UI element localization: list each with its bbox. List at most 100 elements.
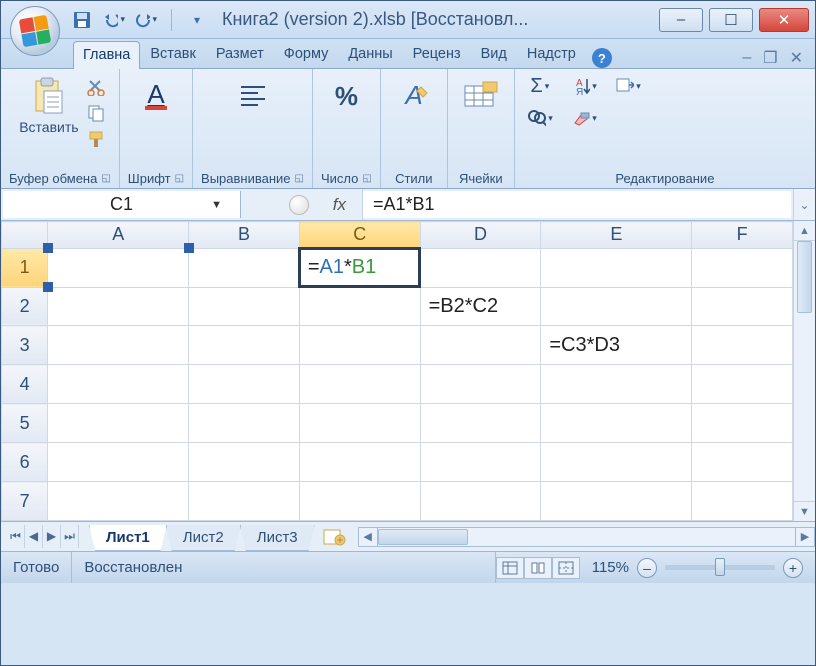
clipboard-dialog-icon[interactable]: ◱ xyxy=(101,173,110,184)
cell-D7[interactable] xyxy=(420,482,541,521)
selection-handle[interactable] xyxy=(43,243,53,253)
selection-handle[interactable] xyxy=(184,243,194,253)
qat-customize-icon[interactable]: ▾ xyxy=(186,10,208,30)
cell-B1[interactable] xyxy=(189,248,300,287)
cell-F1[interactable] xyxy=(692,248,793,287)
name-box-dropdown-icon[interactable]: ▼ xyxy=(211,199,222,211)
ribbon-close-icon[interactable]: ✕ xyxy=(790,48,803,68)
view-page-layout-icon[interactable] xyxy=(524,557,552,579)
cell-D4[interactable] xyxy=(420,365,541,404)
cell-B6[interactable] xyxy=(189,443,300,482)
cell-C2[interactable] xyxy=(299,287,420,326)
paste-button[interactable]: Вставить xyxy=(13,73,84,149)
sheet-nav-first-icon[interactable]: ⏮ xyxy=(7,525,25,548)
row-head-3[interactable]: 3 xyxy=(2,326,48,365)
select-all-corner[interactable] xyxy=(2,222,48,249)
fill-icon[interactable]: ▾ xyxy=(615,75,641,97)
styles-group-button[interactable]: A xyxy=(389,73,439,119)
cell-A6[interactable] xyxy=(48,443,189,482)
row-head-6[interactable]: 6 xyxy=(2,443,48,482)
tab-insert[interactable]: Вставк xyxy=(140,40,206,68)
cell-C3[interactable] xyxy=(299,326,420,365)
col-head-D[interactable]: D xyxy=(420,222,541,249)
find-icon[interactable]: ▾ xyxy=(527,107,553,129)
cells-group-button[interactable] xyxy=(456,73,506,119)
cell-D2[interactable]: =B2*C2 xyxy=(420,287,541,326)
minimize-button[interactable]: – xyxy=(659,8,703,32)
sheet-nav-next-icon[interactable]: ▶ xyxy=(43,525,61,548)
number-group-button[interactable]: % xyxy=(321,73,371,119)
hscroll-right-icon[interactable]: ▶ xyxy=(795,527,815,547)
font-dialog-icon[interactable]: ◱ xyxy=(175,173,184,184)
cell-E5[interactable] xyxy=(541,404,692,443)
alignment-group-button[interactable] xyxy=(228,73,278,119)
redo-icon[interactable]: ▾ xyxy=(135,10,157,30)
view-page-break-icon[interactable] xyxy=(552,557,580,579)
cell-F2[interactable] xyxy=(692,287,793,326)
col-head-A[interactable]: A xyxy=(48,222,189,249)
row-head-2[interactable]: 2 xyxy=(2,287,48,326)
tab-formulas[interactable]: Форму xyxy=(274,40,339,68)
cell-C1[interactable]: =A1*B1 xyxy=(299,248,420,287)
row-head-5[interactable]: 5 xyxy=(2,404,48,443)
cell-A5[interactable] xyxy=(48,404,189,443)
fx-icon[interactable]: fx xyxy=(333,195,346,215)
zoom-out-button[interactable]: – xyxy=(637,558,657,578)
clear-icon[interactable]: ▾ xyxy=(571,107,597,129)
cell-A1[interactable] xyxy=(48,248,189,287)
col-head-B[interactable]: B xyxy=(189,222,300,249)
undo-icon[interactable]: ▾ xyxy=(103,10,125,30)
hscroll-left-icon[interactable]: ◀ xyxy=(358,527,378,547)
number-dialog-icon[interactable]: ◱ xyxy=(362,173,371,184)
cell-B2[interactable] xyxy=(189,287,300,326)
copy-icon[interactable] xyxy=(85,103,107,123)
vscroll-thumb[interactable] xyxy=(797,241,812,313)
cell-B4[interactable] xyxy=(189,365,300,404)
tab-view[interactable]: Вид xyxy=(471,40,517,68)
cell-F6[interactable] xyxy=(692,443,793,482)
horizontal-scrollbar[interactable]: ◀ ▶ xyxy=(358,527,815,547)
tab-layout[interactable]: Размет xyxy=(206,40,274,68)
cancel-formula-icon[interactable] xyxy=(289,195,309,215)
new-sheet-icon[interactable] xyxy=(320,527,348,547)
sheet-tab-2[interactable]: Лист2 xyxy=(166,525,241,551)
cell-A7[interactable] xyxy=(48,482,189,521)
cell-D1[interactable] xyxy=(420,248,541,287)
zoom-slider-thumb[interactable] xyxy=(715,558,725,576)
col-head-C[interactable]: C xyxy=(299,222,420,249)
cell-E4[interactable] xyxy=(541,365,692,404)
sheet-nav-prev-icon[interactable]: ◀ xyxy=(25,525,43,548)
cell-E1[interactable] xyxy=(541,248,692,287)
help-icon[interactable]: ? xyxy=(592,48,612,68)
tab-data[interactable]: Данны xyxy=(338,40,402,68)
sheet-tab-1[interactable]: Лист1 xyxy=(89,525,167,551)
col-head-E[interactable]: E xyxy=(541,222,692,249)
hscroll-thumb[interactable] xyxy=(378,529,468,545)
tab-review[interactable]: Реценз xyxy=(403,40,471,68)
formula-input[interactable]: =A1*B1 xyxy=(363,191,791,218)
cell-A3[interactable] xyxy=(48,326,189,365)
cell-C7[interactable] xyxy=(299,482,420,521)
zoom-in-button[interactable]: + xyxy=(783,558,803,578)
font-group-button[interactable]: A xyxy=(131,73,181,119)
name-box[interactable]: C1 ▼ xyxy=(3,191,241,218)
cell-A2[interactable] xyxy=(48,287,189,326)
format-painter-icon[interactable] xyxy=(85,129,107,149)
cell-F5[interactable] xyxy=(692,404,793,443)
cell-B3[interactable] xyxy=(189,326,300,365)
ribbon-restore-icon[interactable]: ❐ xyxy=(763,48,777,68)
close-button[interactable]: ✕ xyxy=(759,8,809,32)
vertical-scrollbar[interactable]: ▲ ▼ xyxy=(793,221,815,521)
save-icon[interactable] xyxy=(71,10,93,30)
cell-D5[interactable] xyxy=(420,404,541,443)
cell-E3[interactable]: =C3*D3 xyxy=(541,326,692,365)
cell-B5[interactable] xyxy=(189,404,300,443)
cell-F3[interactable] xyxy=(692,326,793,365)
selection-handle[interactable] xyxy=(43,282,53,292)
cell-C4[interactable] xyxy=(299,365,420,404)
scroll-up-icon[interactable]: ▲ xyxy=(794,221,815,241)
cell-E2[interactable] xyxy=(541,287,692,326)
row-head-1[interactable]: 1 xyxy=(2,248,48,287)
zoom-percent[interactable]: 115% xyxy=(592,559,629,576)
office-button[interactable] xyxy=(10,6,60,56)
